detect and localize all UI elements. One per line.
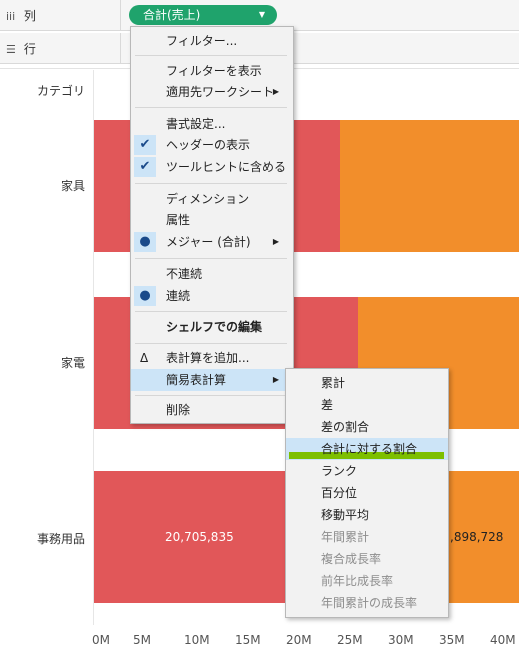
row-label-office: 事務用品 bbox=[36, 532, 85, 546]
axis-tick: 30M bbox=[388, 633, 414, 647]
menu-separator bbox=[135, 183, 287, 184]
context-menu: フィルター... フィルターを表示 適用先ワークシート ▶ 書式設定... ✔ ヘッ… bbox=[130, 26, 294, 424]
rows-shelf-label: ☰ 行 bbox=[6, 40, 36, 57]
chevron-right-icon: ▶ bbox=[272, 87, 279, 96]
axis-tick: 25M bbox=[337, 633, 363, 647]
menu-item-discrete[interactable]: 不連続 bbox=[131, 263, 293, 285]
columns-label: 列 bbox=[23, 9, 36, 23]
submenu-item-difference[interactable]: 差 bbox=[286, 394, 448, 416]
menu-separator bbox=[135, 311, 287, 312]
menu-separator bbox=[135, 55, 287, 56]
list-icon: ☰ bbox=[6, 43, 16, 56]
bar-value-label: 20,705,835 bbox=[165, 530, 234, 544]
axis-tick: 20M bbox=[286, 633, 312, 647]
axis-tick: 35M bbox=[439, 633, 465, 647]
axis-tick: 15M bbox=[235, 633, 261, 647]
menu-item-remove[interactable]: 削除 bbox=[131, 399, 293, 421]
submenu-item-cagr: 複合成長率 bbox=[321, 552, 382, 566]
menu-item-quick-table-calc[interactable]: 簡易表計算 ▶ bbox=[131, 369, 293, 391]
shelf-divider bbox=[120, 33, 121, 63]
submenu-item-ytd-growth: 年間累計の成長率 bbox=[321, 596, 418, 610]
menu-item-include-tooltip[interactable]: ✔ ツールヒントに含める bbox=[131, 156, 293, 178]
submenu-item-percent-of-total[interactable]: 合計に対する割合 bbox=[286, 438, 448, 460]
axis-tick: 10M bbox=[184, 633, 210, 647]
menu-item-continuous[interactable]: ● 連続 bbox=[131, 285, 293, 307]
row-label-electronics: 家電 bbox=[60, 356, 85, 370]
columns-icon: iii bbox=[6, 10, 16, 23]
menu-item-dimension[interactable]: ディメンション bbox=[131, 188, 293, 210]
delta-icon: Δ bbox=[140, 351, 149, 365]
submenu-item-percentile[interactable]: 百分位 bbox=[286, 482, 448, 504]
submenu-item-percent-difference[interactable]: 差の割合 bbox=[286, 416, 448, 438]
submenu-item-ytd-total: 年間累計 bbox=[321, 530, 370, 544]
check-icon: ✔ bbox=[134, 157, 156, 177]
menu-separator bbox=[135, 258, 287, 259]
menu-item-apply-worksheets[interactable]: 適用先ワークシート ▶ bbox=[131, 81, 293, 103]
bar-furniture-orange[interactable] bbox=[340, 120, 519, 252]
menu-item-format[interactable]: 書式設定... bbox=[131, 113, 293, 135]
pill-label: 合計(売上) bbox=[143, 8, 201, 22]
menu-separator bbox=[135, 107, 287, 108]
submenu-item-rank[interactable]: ランク bbox=[286, 460, 448, 482]
bar-value-label: ,898,728 bbox=[450, 530, 504, 544]
axis-tick: 0M bbox=[92, 633, 110, 647]
rows-label: 行 bbox=[23, 42, 36, 56]
chevron-down-icon[interactable]: ▼ bbox=[259, 5, 265, 25]
chevron-right-icon: ▶ bbox=[272, 375, 279, 384]
submenu-item-yoy-growth: 前年比成長率 bbox=[321, 574, 394, 588]
columns-shelf-label: iii 列 bbox=[6, 7, 36, 24]
chevron-right-icon: ▶ bbox=[272, 237, 279, 246]
menu-item-attribute[interactable]: 属性 bbox=[131, 209, 293, 231]
menu-separator bbox=[135, 395, 287, 396]
bullet-icon: ● bbox=[134, 286, 156, 306]
sum-sales-pill[interactable]: 合計(売上) ▼ bbox=[129, 5, 277, 25]
check-icon: ✔ bbox=[134, 135, 156, 155]
menu-item-show-header[interactable]: ✔ ヘッダーの表示 bbox=[131, 134, 293, 156]
submenu-item-running-total[interactable]: 累計 bbox=[286, 372, 448, 394]
menu-item-measure[interactable]: ● メジャー (合計) ▶ bbox=[131, 231, 293, 253]
row-label-furniture: 家具 bbox=[60, 179, 85, 193]
category-header: カテゴリ bbox=[37, 84, 86, 98]
axis-tick: 5M bbox=[133, 633, 151, 647]
axis-tick: 40M bbox=[490, 633, 516, 647]
menu-separator bbox=[135, 343, 287, 344]
submenu-item-moving-average[interactable]: 移動平均 bbox=[286, 504, 448, 526]
bullet-icon: ● bbox=[134, 232, 156, 252]
menu-item-edit-in-shelf[interactable]: シェルフでの編集 bbox=[131, 316, 293, 338]
shelf-divider bbox=[120, 0, 121, 30]
menu-item-add-table-calc[interactable]: Δ 表計算を追加... bbox=[131, 347, 293, 369]
menu-item-filter[interactable]: フィルター... bbox=[131, 30, 293, 52]
quick-table-calc-submenu: 累計 差 差の割合 合計に対する割合 ランク 百分位 移動平均 年間累計 複合成… bbox=[285, 368, 449, 618]
menu-item-show-filter[interactable]: フィルターを表示 bbox=[131, 60, 293, 82]
